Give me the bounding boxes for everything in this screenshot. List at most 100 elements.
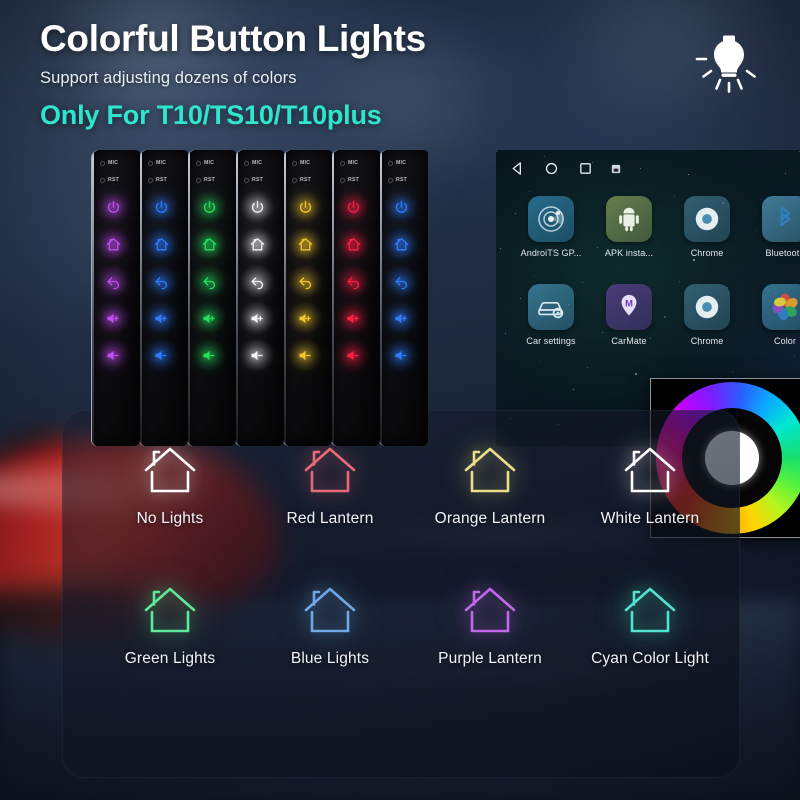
power-icon[interactable] (151, 197, 171, 217)
color-option-blue-lights[interactable]: Blue Lights (250, 576, 410, 668)
house-lantern-icon[interactable] (570, 436, 730, 498)
color-option-orange-lantern[interactable]: Orange Lantern (410, 436, 570, 528)
power-icon[interactable] (391, 197, 411, 217)
mic-label: MIC (300, 160, 311, 166)
home-icon[interactable] (103, 234, 123, 254)
mic-port: MIC (148, 160, 166, 166)
color-option-label: Blue Lights (290, 650, 370, 667)
color-option-cyan-color-light[interactable]: Cyan Color Light (570, 576, 730, 668)
power-icon[interactable] (247, 197, 267, 217)
back-triangle-icon[interactable] (510, 161, 525, 176)
app-icon-chrome[interactable]: Chrome (666, 196, 748, 258)
app-icon-apkinsta[interactable]: APK insta... (588, 196, 670, 258)
volume-up-icon[interactable] (199, 308, 219, 328)
home-circle-icon[interactable] (544, 161, 559, 176)
volume-down-icon[interactable] (247, 345, 267, 365)
app-icon-bluetooth[interactable]: Bluetooth (744, 196, 800, 258)
power-icon[interactable] (343, 197, 363, 217)
color-option-green-lights[interactable]: Green Lights (90, 576, 250, 668)
bluetooth-icon[interactable] (762, 196, 800, 242)
power-icon[interactable] (199, 197, 219, 217)
app-label: Bluetooth (765, 248, 800, 258)
rst-hole-icon (388, 177, 393, 183)
mic-label: MIC (204, 160, 215, 166)
house-lantern-icon[interactable] (250, 576, 410, 638)
carmate-icon[interactable]: M (606, 284, 652, 330)
device-panel-white[interactable]: MIC RST (236, 150, 284, 446)
screenshot-icon[interactable] (611, 164, 621, 174)
page-subtitle: Support adjusting dozens of colors (40, 69, 297, 87)
app-label: Chrome (690, 336, 724, 346)
star (626, 190, 627, 191)
rst-port: RST (100, 177, 119, 183)
home-icon[interactable] (199, 234, 219, 254)
back-icon[interactable] (247, 271, 267, 291)
volume-up-icon[interactable] (151, 308, 171, 328)
volume-down-icon[interactable] (103, 345, 123, 365)
color-option-purple-lantern[interactable]: Purple Lantern (410, 576, 570, 668)
back-icon[interactable] (103, 271, 123, 291)
back-icon[interactable] (343, 271, 363, 291)
volume-up-icon[interactable] (103, 308, 123, 328)
chrome-icon[interactable] (684, 284, 730, 330)
android-navigation-bar[interactable] (496, 150, 800, 184)
device-panel-blue[interactable]: MIC RST (380, 150, 428, 446)
device-panel-amber[interactable]: MIC RST (284, 150, 332, 446)
volume-down-icon[interactable] (295, 345, 315, 365)
volume-down-icon[interactable] (391, 345, 411, 365)
home-icon[interactable] (391, 234, 411, 254)
color-option-label: Cyan Color Light (591, 650, 709, 667)
android-icon[interactable] (606, 196, 652, 242)
rst-label: RST (156, 177, 167, 183)
back-icon[interactable] (391, 271, 411, 291)
device-panel-purple[interactable]: MIC RST (92, 150, 140, 446)
rst-hole-icon (244, 177, 249, 183)
device-panel-blue[interactable]: MIC RST (140, 150, 188, 446)
chrome-icon[interactable] (684, 196, 730, 242)
device-panel-green[interactable]: MIC RST (188, 150, 236, 446)
rst-port: RST (340, 177, 359, 183)
model-compatibility-line: Only For T10/TS10/T10plus (40, 100, 382, 130)
rst-port: RST (292, 177, 311, 183)
volume-up-icon[interactable] (295, 308, 315, 328)
rst-port: RST (196, 177, 215, 183)
back-icon[interactable] (151, 271, 171, 291)
volume-down-icon[interactable] (343, 345, 363, 365)
volume-up-icon[interactable] (391, 308, 411, 328)
app-icon-androitsgp[interactable]: AndroiTS GP... (510, 196, 592, 258)
mic-port: MIC (340, 160, 358, 166)
app-label: Car settings (526, 336, 576, 346)
color-option-white-lantern[interactable]: White Lantern (570, 436, 730, 528)
volume-down-icon[interactable] (151, 345, 171, 365)
mic-label: MIC (156, 160, 167, 166)
home-icon[interactable] (295, 234, 315, 254)
app-icon-chrome[interactable]: Chrome (666, 284, 748, 346)
color-flower-icon[interactable] (762, 284, 800, 330)
app-icon-carsettings[interactable]: Car settings (510, 284, 592, 346)
volume-up-icon[interactable] (343, 308, 363, 328)
back-icon[interactable] (199, 271, 219, 291)
car-settings-icon[interactable] (528, 284, 574, 330)
house-lantern-icon[interactable] (410, 576, 570, 638)
home-icon[interactable] (247, 234, 267, 254)
power-icon[interactable] (103, 197, 123, 217)
app-icon-color[interactable]: Color (744, 284, 800, 346)
home-icon[interactable] (343, 234, 363, 254)
device-panel-red[interactable]: MIC RST (332, 150, 380, 446)
color-option-label: No Lights (136, 510, 204, 527)
house-lantern-icon[interactable] (570, 576, 730, 638)
gps-icon[interactable] (528, 196, 574, 242)
house-lantern-icon[interactable] (90, 576, 250, 638)
volume-up-icon[interactable] (247, 308, 267, 328)
app-label: Color (773, 336, 796, 346)
color-option-red-lantern[interactable]: Red Lantern (250, 436, 410, 528)
volume-down-icon[interactable] (199, 345, 219, 365)
color-option-no-lights[interactable]: No Lights (90, 436, 250, 528)
recents-square-icon[interactable] (578, 161, 593, 176)
home-icon[interactable] (151, 234, 171, 254)
power-icon[interactable] (295, 197, 315, 217)
mic-hole-icon (196, 160, 201, 166)
house-lantern-icon[interactable] (410, 436, 570, 498)
app-icon-carmate[interactable]: M CarMate (588, 284, 670, 346)
back-icon[interactable] (295, 271, 315, 291)
